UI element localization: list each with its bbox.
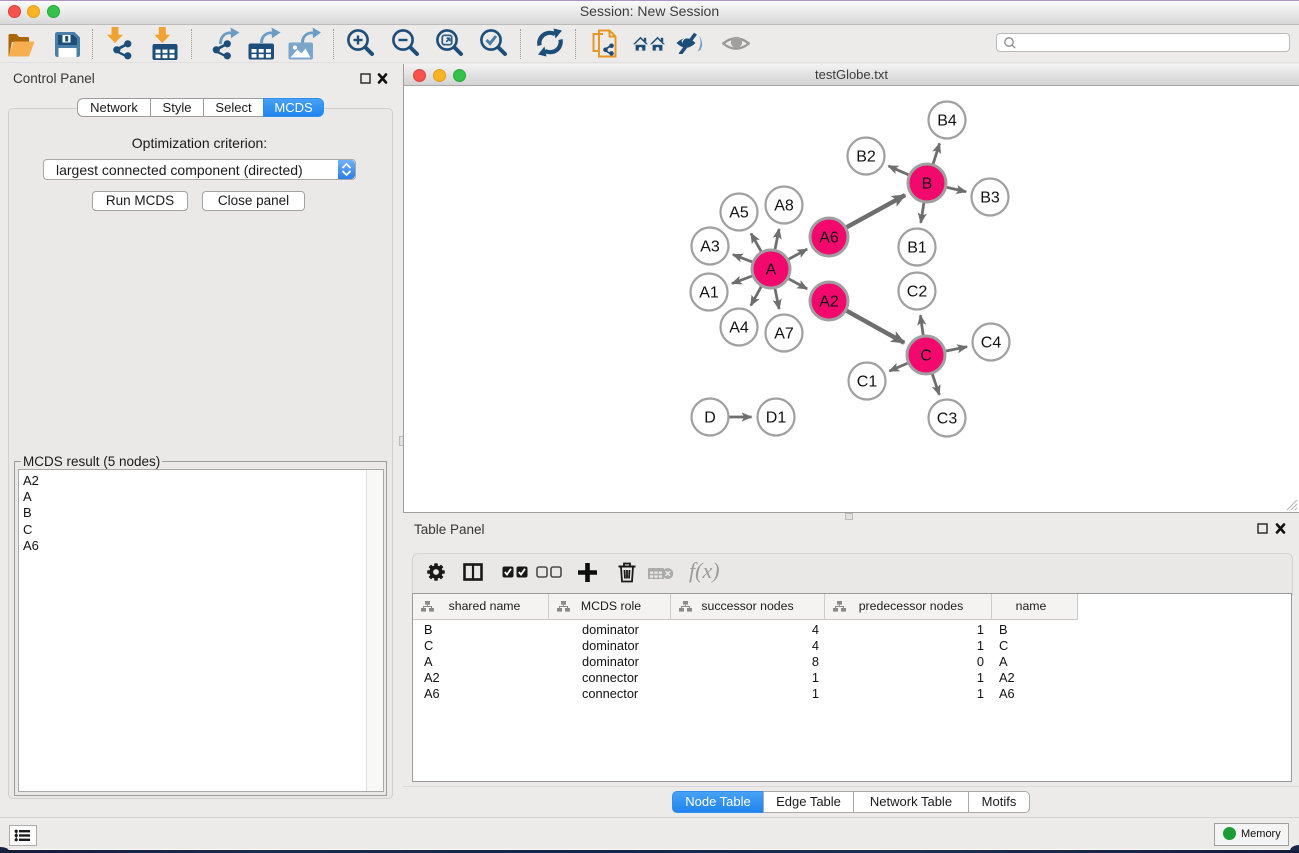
svg-text:A7: A7 bbox=[774, 326, 794, 343]
svg-text:A2: A2 bbox=[819, 294, 839, 311]
svg-text:A4: A4 bbox=[729, 320, 749, 337]
svg-text:A5: A5 bbox=[729, 205, 749, 222]
svg-text:C: C bbox=[920, 348, 932, 365]
svg-text:B1: B1 bbox=[907, 240, 927, 257]
svg-text:A: A bbox=[766, 262, 777, 279]
svg-text:A3: A3 bbox=[700, 239, 720, 256]
svg-text:D1: D1 bbox=[766, 410, 787, 427]
svg-text:B2: B2 bbox=[856, 149, 876, 166]
svg-text:B4: B4 bbox=[937, 113, 957, 130]
svg-text:A6: A6 bbox=[819, 230, 839, 247]
svg-text:C1: C1 bbox=[857, 374, 878, 391]
svg-text:A1: A1 bbox=[699, 285, 719, 302]
svg-text:C4: C4 bbox=[981, 335, 1002, 352]
svg-text:B: B bbox=[922, 176, 933, 193]
svg-text:D: D bbox=[704, 410, 716, 427]
svg-text:A8: A8 bbox=[774, 198, 794, 215]
svg-text:B3: B3 bbox=[980, 190, 1000, 207]
svg-text:C3: C3 bbox=[937, 411, 958, 428]
svg-text:C2: C2 bbox=[907, 284, 928, 301]
